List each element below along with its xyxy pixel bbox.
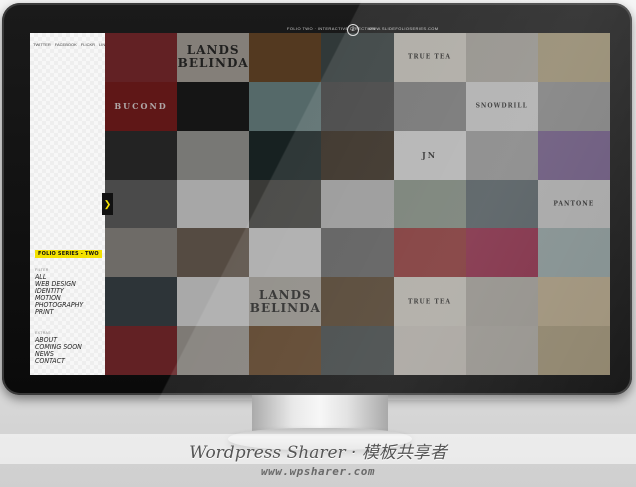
portfolio-tile[interactable] [465,326,538,375]
portfolio-tile[interactable] [465,179,538,229]
logo-icon[interactable]: 2 [347,24,359,36]
portfolio-tile[interactable] [537,33,610,82]
social-link-twitter[interactable]: TWITTER [33,42,51,47]
portfolio-tile[interactable] [465,228,538,278]
portfolio-tile[interactable] [249,326,322,375]
tile-label: LANDS BELINDA [249,287,321,315]
portfolio-grid: LANDS BELINDA TRUE TEA BUCOND SNOWDRILL JN PA… [105,33,610,375]
portfolio-tile[interactable] [105,130,178,180]
portfolio-tile[interactable] [177,277,250,327]
monitor-bezel: TWITTERFACEBOOKFLICKRLINKEDIN FOLIO SERI… [2,3,632,395]
portfolio-tile[interactable]: PANTONE [537,179,610,229]
sidebar-toggle-arrow-icon[interactable]: ❯ [102,193,113,215]
topbar-website[interactable]: WWW.SLIDEFOLIOSERIES.COM [368,26,439,31]
portfolio-tile[interactable] [321,130,394,180]
portfolio-tile[interactable] [393,228,466,278]
extras-heading: EXTRAS [35,331,51,335]
tile-label: PANTONE [553,200,595,208]
portfolio-tile[interactable] [105,33,178,82]
portfolio-tile[interactable] [537,81,610,131]
watermark-text: Wordpress Sharer · 模板共享者 [189,443,447,463]
portfolio-tile[interactable] [177,228,250,278]
portfolio-tile[interactable] [249,81,322,131]
portfolio-tile[interactable] [537,130,610,180]
filter-heading: FILTER [35,268,49,272]
sidebar: TWITTERFACEBOOKFLICKRLINKEDIN FOLIO SERI… [30,33,117,375]
portfolio-tile[interactable] [465,33,538,82]
portfolio-tile[interactable]: LANDS BELINDA [177,33,250,82]
portfolio-tile[interactable]: TRUE TEA [393,277,466,327]
portfolio-tile[interactable]: SNOWDRILL [465,81,538,131]
tile-label: SNOWDRILL [475,102,528,110]
portfolio-tile[interactable] [177,130,250,180]
portfolio-tile[interactable]: TRUE TEA [393,33,466,82]
tile-label: JN [422,150,438,161]
portfolio-tile[interactable] [537,326,610,375]
portfolio-tile[interactable] [105,277,178,327]
nav-item-print[interactable]: PRINT [35,309,83,316]
portfolio-tile[interactable] [321,81,394,131]
brand-logo[interactable]: FOLIO SERIES - TWO [35,250,102,258]
portfolio-tile[interactable] [105,326,178,375]
portfolio-tile[interactable] [177,326,250,375]
portfolio-tile[interactable]: LANDS BELINDA [249,277,322,327]
portfolio-tile[interactable] [249,228,322,278]
portfolio-tile[interactable] [177,179,250,229]
portfolio-tile[interactable] [321,277,394,327]
portfolio-tile[interactable]: BUCOND [105,81,178,131]
watermark-url: www.wpsharer.com [261,465,375,478]
social-link-facebook[interactable]: FACEBOOK [55,42,77,47]
tile-label: BUCOND [114,101,168,112]
tile-label: TRUE TEA [408,53,452,61]
social-link-flickr[interactable]: FLICKR [81,42,95,47]
portfolio-tile[interactable]: JN [393,130,466,180]
nav-item-contact[interactable]: CONTACT [35,358,82,365]
portfolio-tile[interactable] [537,277,610,327]
portfolio-tile[interactable] [465,277,538,327]
tile-label: LANDS BELINDA [177,43,249,71]
filter-nav: ALL WEB DESIGN IDENTITY MOTION PHOTOGRAP… [35,273,83,317]
portfolio-tile[interactable] [249,179,322,229]
portfolio-tile[interactable] [321,33,394,82]
portfolio-tile[interactable] [321,228,394,278]
tile-label: TRUE TEA [408,298,452,306]
portfolio-tile[interactable] [105,179,178,229]
portfolio-tile[interactable] [393,81,466,131]
extras-nav: ABOUT COMING SOON NEWS CONTACT [35,336,82,365]
portfolio-tile[interactable] [321,179,394,229]
portfolio-tile[interactable] [321,326,394,375]
portfolio-tile[interactable] [393,179,466,229]
portfolio-tile[interactable] [393,326,466,375]
portfolio-tile[interactable] [465,130,538,180]
screen: TWITTERFACEBOOKFLICKRLINKEDIN FOLIO SERI… [30,33,610,375]
portfolio-tile[interactable] [105,228,178,278]
portfolio-tile[interactable] [537,228,610,278]
portfolio-tile[interactable] [249,130,322,180]
portfolio-tile[interactable] [249,33,322,82]
portfolio-tile[interactable] [177,81,250,131]
topbar-title: FOLIO TWO · INTERACTIVE DIRECTION [287,26,376,31]
